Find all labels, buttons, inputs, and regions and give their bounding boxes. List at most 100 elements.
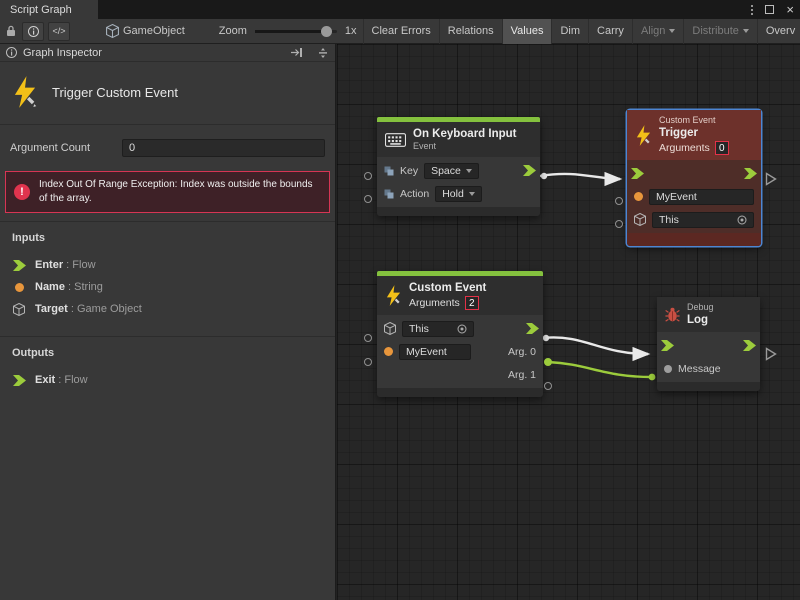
error-icon: !	[14, 184, 30, 200]
zoom-slider[interactable]	[255, 30, 337, 33]
gameobject-cube-icon	[12, 303, 26, 316]
target-object-field[interactable]: This	[652, 212, 754, 228]
flow-out-port[interactable]	[526, 323, 539, 334]
object-picker-icon[interactable]	[737, 215, 747, 225]
node-trigger-custom-event[interactable]: Custom Event Trigger Arguments 0 MyEve	[627, 110, 761, 246]
action-input-port[interactable]	[364, 195, 372, 203]
node-header: Custom Event Arguments 2	[377, 276, 543, 315]
code-button[interactable]: </>	[48, 22, 70, 41]
tab-title: Script Graph	[10, 4, 72, 16]
node-body: MyEvent This	[627, 160, 761, 233]
node-subtitle: Event	[413, 141, 517, 152]
distribute-button[interactable]: Distribute	[684, 19, 756, 44]
target-row: This	[377, 317, 543, 340]
flow-out-port[interactable]	[744, 168, 757, 179]
node-footer	[657, 382, 760, 391]
node-title: Log	[687, 313, 714, 327]
key-dropdown[interactable]: Space	[424, 163, 479, 179]
selected-unit-header: Trigger Custom Event	[0, 62, 335, 125]
arg1-output-port[interactable]	[544, 382, 552, 390]
action-dropdown[interactable]: Hold	[435, 186, 482, 202]
node-header: On Keyboard Input Event	[377, 122, 540, 157]
error-message-box: ! Index Out Of Range Exception: Index wa…	[5, 171, 330, 213]
gameobject-button[interactable]: GameObject	[98, 19, 193, 44]
keycode-icon	[384, 166, 394, 176]
flow-in-port[interactable]	[661, 340, 674, 351]
info-button[interactable]	[22, 22, 44, 41]
event-target-input-port[interactable]	[364, 334, 372, 342]
node-category: Custom Event	[659, 115, 729, 126]
arguments-line: Arguments 0	[659, 141, 729, 155]
action-label: Action	[400, 188, 429, 200]
node-title: Custom Event	[409, 281, 486, 295]
info-icon	[6, 47, 17, 58]
object-picker-icon[interactable]	[457, 324, 467, 334]
keyboard-icon	[385, 133, 406, 147]
node-custom-event[interactable]: Custom Event Arguments 2 This	[377, 271, 543, 397]
flow-row	[627, 162, 761, 185]
code-icon: </>	[52, 26, 65, 36]
target-object-field[interactable]: This	[402, 321, 474, 337]
dock-panel-icon[interactable]	[290, 47, 303, 58]
chevron-down-icon	[669, 29, 675, 36]
action-row: Action Hold	[377, 182, 540, 205]
clear-errors-button[interactable]: Clear Errors	[364, 19, 439, 44]
argument-count-input[interactable]	[122, 139, 325, 157]
keycode-icon	[384, 189, 394, 199]
custom-event-bolt-icon	[12, 76, 38, 108]
flow-row	[657, 334, 760, 357]
event-name-input-port[interactable]	[364, 358, 372, 366]
string-dot-icon	[12, 283, 26, 292]
outputs-section: Outputs ExitFlow	[0, 336, 335, 399]
tab-script-graph[interactable]: Script Graph	[0, 0, 98, 19]
close-icon[interactable]: ×	[786, 3, 794, 16]
arguments-line: Arguments 2	[409, 296, 486, 310]
relations-button[interactable]: Relations	[440, 19, 502, 44]
key-input-port[interactable]	[364, 172, 372, 180]
target-row: This	[627, 208, 761, 231]
node-on-keyboard-input[interactable]: On Keyboard Input Event Key Space Action	[377, 117, 540, 216]
wire-event-to-debug	[543, 337, 648, 354]
overview-button[interactable]: Overv	[758, 19, 800, 44]
graph-inspector-header: Graph Inspector	[0, 44, 335, 62]
gameobject-cube-icon	[634, 213, 646, 226]
graph-canvas[interactable]: On Keyboard Input Event Key Space Action	[337, 44, 800, 600]
flow-out-port[interactable]	[743, 340, 756, 351]
window-controls: ×	[751, 0, 794, 19]
panel-menu-icon[interactable]	[317, 47, 329, 59]
node-footer	[377, 388, 543, 397]
bug-icon	[665, 307, 680, 322]
node-footer	[377, 207, 540, 216]
message-input-port[interactable]	[664, 365, 672, 373]
custom-event-bolt-icon	[635, 125, 652, 146]
flow-arrow-icon	[12, 260, 26, 271]
event-name-input[interactable]: MyEvent	[649, 189, 754, 205]
key-label: Key	[400, 165, 418, 177]
lock-icon[interactable]	[6, 25, 16, 37]
arguments-value-errorbox[interactable]: 2	[465, 296, 479, 310]
node-body: This MyEvent Arg. 0 Arg. 1	[377, 315, 543, 388]
window-menu-icon[interactable]	[751, 5, 753, 15]
node-debug-log[interactable]: Debug Log Message	[657, 297, 760, 391]
zoom-slider-knob[interactable]	[321, 26, 332, 37]
arg0-output-port[interactable]	[544, 358, 552, 366]
carry-button[interactable]: Carry	[589, 19, 632, 44]
trigger-target-input-port[interactable]	[615, 220, 623, 228]
arg1-row: Arg. 1	[377, 363, 543, 386]
dim-button[interactable]: Dim	[552, 19, 588, 44]
gameobject-cube-icon	[106, 24, 119, 38]
graph-inspector-title: Graph Inspector	[23, 47, 102, 59]
error-message-text: Index Out Of Range Exception: Index was …	[39, 178, 321, 206]
node-title: Trigger	[659, 126, 729, 140]
flow-arrow-icon	[12, 375, 26, 386]
values-button[interactable]: Values	[503, 19, 552, 44]
align-button[interactable]: Align	[633, 19, 683, 44]
trigger-name-input-port[interactable]	[615, 197, 623, 205]
flow-in-port[interactable]	[631, 168, 644, 179]
event-name-row: MyEvent	[627, 185, 761, 208]
node-body: Message	[657, 332, 760, 382]
maximize-icon[interactable]	[765, 5, 774, 14]
event-name-input[interactable]: MyEvent	[399, 344, 471, 360]
arguments-value-errorbox[interactable]: 0	[715, 141, 729, 155]
flow-out-port[interactable]	[523, 165, 536, 176]
